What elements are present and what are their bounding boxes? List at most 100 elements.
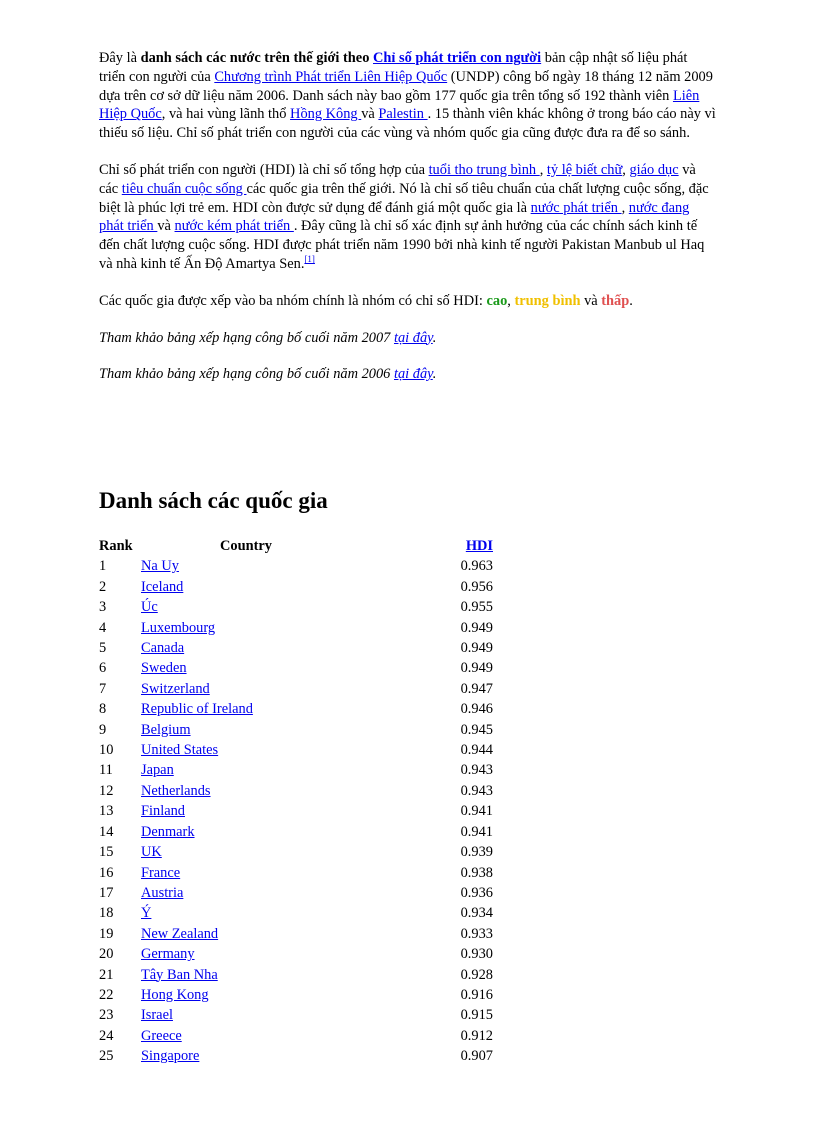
rank-cell: 8: [99, 701, 107, 718]
text: Chỉ số phát triển con người (HDI) là chỉ…: [99, 161, 429, 178]
table-header: Rank Country HDI: [97, 536, 495, 556]
hdi-cell: 0.936: [460, 884, 493, 901]
text: .: [432, 329, 437, 346]
link-2006[interactable]: tại đây: [394, 366, 433, 382]
country-link[interactable]: Republic of Ireland: [141, 701, 253, 717]
table-row: 7 Switzerland 0.947: [97, 679, 495, 699]
table-row: 25 Singapore 0.907: [97, 1046, 495, 1066]
rank-cell: 25: [99, 1048, 114, 1065]
hdi-cell: 0.928: [460, 966, 493, 983]
hdi-cell: 0.916: [460, 986, 493, 1003]
hdi-cell: 0.946: [460, 701, 493, 718]
table-row: 10 United States 0.944: [97, 740, 495, 760]
table-row: 23 Israel 0.915: [97, 1005, 495, 1025]
table-row: 18 Ý 0.934: [97, 903, 495, 923]
country-link[interactable]: Greece: [141, 1028, 182, 1044]
table-row: 8 Republic of Ireland 0.946: [97, 699, 495, 719]
link-2007[interactable]: tại đây: [394, 330, 433, 346]
link-developed[interactable]: nước phát triển: [531, 200, 622, 216]
table-row: 9 Belgium 0.945: [97, 720, 495, 740]
header-hdi-sort-link[interactable]: HDI: [466, 538, 493, 554]
country-link[interactable]: Singapore: [141, 1048, 199, 1064]
rank-cell: 10: [99, 742, 114, 759]
rank-cell: 5: [99, 640, 107, 657]
hdi-cell: 0.949: [460, 660, 493, 677]
rank-cell: 20: [99, 946, 114, 963]
table-row: 4 Luxembourg 0.949: [97, 618, 495, 638]
country-link[interactable]: Na Uy: [141, 558, 179, 574]
country-link[interactable]: Netherlands: [141, 783, 211, 799]
rank-cell: 6: [99, 660, 107, 677]
hdi-cell: 0.956: [460, 578, 493, 595]
country-link[interactable]: Canada: [141, 640, 184, 656]
rank-cell: 23: [99, 1007, 114, 1024]
country-link[interactable]: United States: [141, 742, 218, 758]
text: và: [361, 106, 379, 123]
country-link[interactable]: Ý: [141, 905, 151, 921]
hdi-cell: 0.949: [460, 640, 493, 657]
hdi-cell: 0.933: [460, 925, 493, 942]
hdi-cell: 0.944: [460, 742, 493, 759]
rank-cell: 24: [99, 1027, 114, 1044]
rank-cell: 16: [99, 864, 114, 881]
text: , và hai vùng lãnh thổ: [161, 106, 291, 123]
table-row: 14 Denmark 0.941: [97, 822, 495, 842]
table-row: 22 Hong Kong 0.916: [97, 985, 495, 1005]
header-rank: Rank: [99, 538, 133, 554]
text: .: [629, 292, 633, 309]
hdi-cell: 0.955: [460, 599, 493, 616]
country-link[interactable]: Luxembourg: [141, 620, 215, 636]
text: và: [157, 218, 175, 235]
country-link[interactable]: Tây Ban Nha: [141, 967, 218, 983]
country-link[interactable]: Israel: [141, 1007, 173, 1023]
country-link[interactable]: Belgium: [141, 722, 191, 738]
country-link[interactable]: Úc: [141, 599, 158, 615]
table-row: 15 UK 0.939: [97, 842, 495, 862]
hdi-table: Rank Country HDI 1 Na Uy 0.963 2 Iceland 0.9…: [97, 536, 495, 1067]
country-link[interactable]: Austria: [141, 885, 183, 901]
link-hdi[interactable]: Chỉ số phát triển con người: [373, 50, 541, 66]
text: và: [580, 292, 602, 309]
section-title: Danh sách các quốc gia: [99, 488, 328, 513]
rank-cell: 9: [99, 721, 107, 738]
link-education[interactable]: giáo dục: [629, 162, 678, 178]
rank-cell: 13: [99, 803, 114, 820]
country-link[interactable]: Germany: [141, 946, 195, 962]
country-link[interactable]: UK: [141, 844, 162, 860]
table-row: 11 Japan 0.943: [97, 760, 495, 780]
intro-text: Đây là danh sách các nước trên thế giới …: [99, 49, 717, 402]
country-link[interactable]: Sweden: [141, 660, 187, 676]
country-link[interactable]: New Zealand: [141, 926, 218, 942]
table-row: 12 Netherlands 0.943: [97, 781, 495, 801]
footnote-link[interactable]: [1]: [304, 254, 315, 264]
country-link[interactable]: France: [141, 865, 180, 881]
reference-2006: Tham khảo bảng xếp hạng công bố cuối năm…: [99, 365, 717, 384]
table-row: 1 Na Uy 0.963: [97, 556, 495, 576]
hdi-cell: 0.934: [460, 905, 493, 922]
country-link[interactable]: Iceland: [141, 579, 183, 595]
country-link[interactable]: Switzerland: [141, 681, 210, 697]
hdi-cell: 0.915: [460, 1007, 493, 1024]
rank-cell: 4: [99, 619, 107, 636]
link-living-standard[interactable]: tiêu chuẩn cuộc sống: [122, 181, 247, 197]
link-hong-kong[interactable]: Hồng Kông: [290, 106, 361, 122]
rank-cell: 22: [99, 986, 114, 1003]
link-life-expectancy[interactable]: tuổi tho trung bình: [429, 162, 540, 178]
country-link[interactable]: Hong Kong: [141, 987, 209, 1003]
country-link[interactable]: Japan: [141, 762, 174, 778]
country-link[interactable]: Denmark: [141, 824, 195, 840]
link-palestin[interactable]: Palestin: [378, 106, 427, 122]
country-link[interactable]: Finland: [141, 803, 185, 819]
table-row: 17 Austria 0.936: [97, 883, 495, 903]
bold-text: danh sách các nước trên thế giới theo: [140, 50, 370, 66]
table-row: 21 Tây Ban Nha 0.928: [97, 965, 495, 985]
link-literacy[interactable]: tỷ lệ biết chữ: [547, 162, 622, 178]
link-least-developed[interactable]: nước kém phát triển: [175, 218, 294, 234]
table-row: 20 Germany 0.930: [97, 944, 495, 964]
header-country: Country: [220, 538, 272, 554]
rank-cell: 2: [99, 578, 107, 595]
intro-paragraph-1: Đây là danh sách các nước trên thế giới …: [99, 49, 717, 143]
rank-cell: 11: [99, 762, 113, 779]
link-undp[interactable]: Chương trình Phát triển Liên Hiệp Quốc: [214, 69, 447, 85]
table-row: 2 Iceland 0.956: [97, 577, 495, 597]
